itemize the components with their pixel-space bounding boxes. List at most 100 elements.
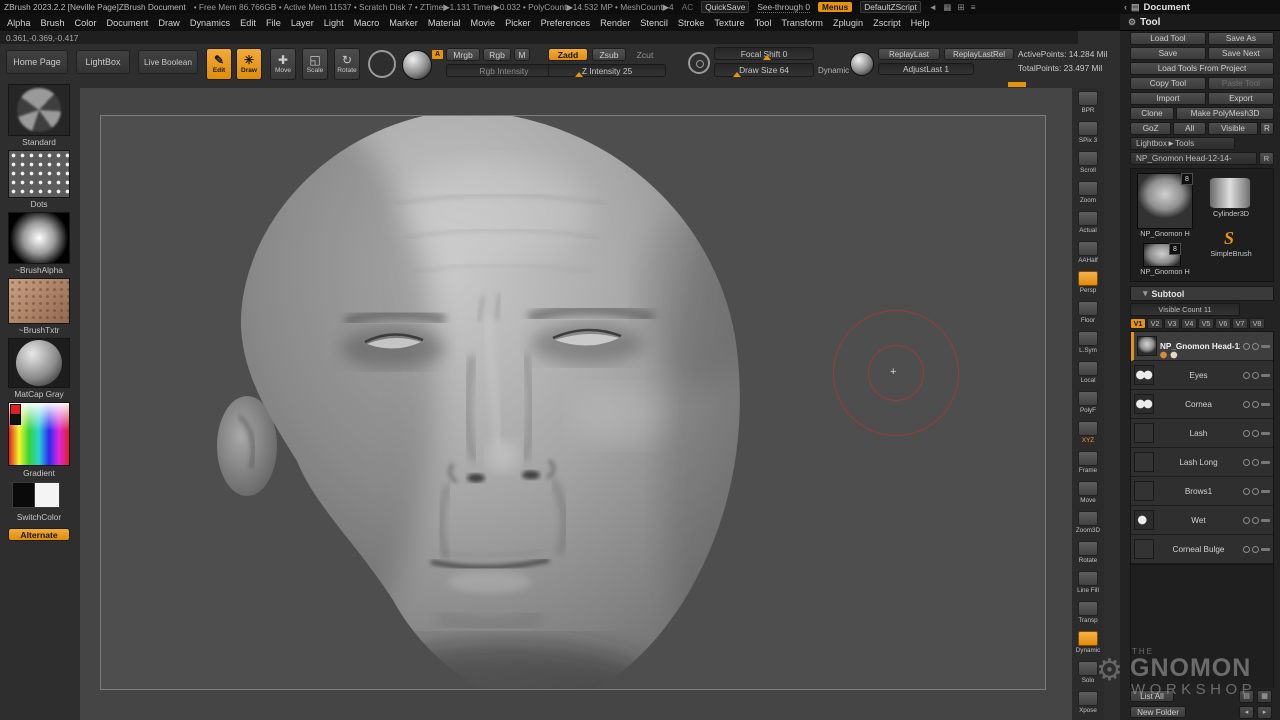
menu-item[interactable]: Render	[600, 18, 630, 28]
subtool-row-icons[interactable]	[1243, 488, 1270, 495]
menu-item[interactable]: Picker	[505, 18, 531, 28]
subtool-row[interactable]: Lash Long	[1131, 448, 1273, 477]
subtool-view-tab[interactable]: V3	[1164, 318, 1180, 329]
simplebrush-thumb[interactable]: S	[1217, 227, 1241, 249]
menu-item[interactable]: Alpha	[7, 18, 31, 28]
grid-view-icon[interactable]: ▦	[1257, 690, 1272, 703]
subtool-row-icons[interactable]	[1243, 372, 1270, 379]
subtool-thumb[interactable]	[1137, 336, 1157, 356]
see-through-slider[interactable]: See-through 0	[757, 2, 810, 13]
subtool-thumb[interactable]	[1134, 510, 1154, 530]
menu-item[interactable]: Edit	[240, 18, 256, 28]
stroke-preview-icon[interactable]	[368, 50, 396, 78]
menu-item[interactable]: Layer	[291, 18, 314, 28]
menu-item[interactable]: Light	[324, 18, 344, 28]
save-button[interactable]: Save	[1130, 47, 1206, 60]
menu-item[interactable]: Zscript	[873, 18, 901, 28]
cylinder3d-thumb[interactable]	[1209, 177, 1251, 209]
menu-item[interactable]: Zplugin	[833, 18, 863, 28]
subtool-view-tab[interactable]: V8	[1249, 318, 1265, 329]
replay-preview-icon[interactable]	[850, 52, 874, 76]
shelf-button[interactable]: Floor	[1073, 298, 1103, 328]
replay-last-button[interactable]: ReplayLast	[878, 48, 940, 60]
material-thumb[interactable]	[8, 338, 70, 388]
subtool-view-tab[interactable]: V4	[1181, 318, 1197, 329]
zadd-button[interactable]: Zadd	[548, 48, 588, 61]
titlebar-icon-cluster[interactable]: ◄ ▦ ⊞ ≡	[929, 2, 978, 12]
shelf-button[interactable]: BPR	[1073, 88, 1103, 118]
subtool-row[interactable]: Corneal Bulge	[1131, 535, 1273, 564]
draw-mode-button[interactable]: ✳ Draw	[236, 48, 262, 80]
tool-panel-header[interactable]: ⚙ Tool	[1120, 14, 1280, 31]
subtool-row-icons[interactable]	[1243, 430, 1270, 437]
visible-count-slider[interactable]: Visible Count 11	[1130, 303, 1240, 316]
scroll-left-icon[interactable]: ◂	[1239, 706, 1254, 719]
m-button[interactable]: M	[514, 48, 530, 61]
menu-item[interactable]: Preferences	[541, 18, 591, 28]
shelf-button[interactable]: L.Sym	[1073, 328, 1103, 358]
subtool-view-tab[interactable]: V1	[1130, 318, 1146, 329]
menus-toggle[interactable]: Menus	[818, 2, 852, 12]
save-next-button[interactable]: Save Next	[1208, 47, 1274, 60]
subtool-row[interactable]: Cornea	[1131, 390, 1273, 419]
shelf-button[interactable]: AAHalf	[1073, 238, 1103, 268]
export-button[interactable]: Export	[1208, 92, 1274, 105]
subtool-row[interactable]: NP_Gnomon Head-12-14-...	[1131, 332, 1273, 361]
scale-mode-button[interactable]: ◱ Scale	[302, 48, 328, 80]
menu-item[interactable]: Brush	[41, 18, 65, 28]
shelf-button[interactable]: Zoom3D	[1073, 508, 1103, 538]
shelf-button[interactable]: Persp	[1073, 268, 1103, 298]
tool-name-config-box[interactable]: R	[1259, 152, 1274, 165]
subtool-view-tab[interactable]: V5	[1198, 318, 1214, 329]
current-tool-thumb[interactable]: 8	[1137, 173, 1193, 229]
shelf-button[interactable]: Local	[1073, 358, 1103, 388]
import-button[interactable]: Import	[1130, 92, 1206, 105]
subtool-thumb[interactable]	[1134, 452, 1154, 472]
adjust-last-slider[interactable]: AdjustLast 1	[878, 63, 974, 75]
goz-button[interactable]: GoZ	[1130, 122, 1171, 135]
load-tools-from-project-button[interactable]: Load Tools From Project	[1130, 62, 1274, 75]
scroll-right-icon[interactable]: ▸	[1257, 706, 1272, 719]
secondary-color-swatch[interactable]	[10, 414, 21, 425]
subtool-row[interactable]: Brows1	[1131, 477, 1273, 506]
mrgb-button[interactable]: Mrgb	[446, 48, 480, 61]
subtool-row-icons[interactable]	[1243, 546, 1270, 553]
shelf-button[interactable]: Xpose	[1073, 688, 1103, 718]
rgb-intensity-slider[interactable]: Rgb Intensity	[446, 64, 562, 77]
recent-tool-thumb[interactable]: 8	[1143, 243, 1181, 267]
subtool-view-tab[interactable]: V2	[1147, 318, 1163, 329]
lightbox-button[interactable]: LightBox	[76, 50, 130, 74]
subtool-row-icons[interactable]	[1243, 401, 1270, 408]
shelf-button[interactable]: Transp	[1073, 598, 1103, 628]
subtool-view-tab[interactable]: V7	[1232, 318, 1248, 329]
subtool-view-tab[interactable]: V6	[1215, 318, 1231, 329]
list-view-icon[interactable]: ▤	[1239, 690, 1254, 703]
live-boolean-button[interactable]: Live Boolean	[138, 50, 198, 74]
shelf-button[interactable]: Solo	[1073, 658, 1103, 688]
shelf-button[interactable]: Frame	[1073, 448, 1103, 478]
focal-falloff-icon[interactable]	[688, 52, 710, 74]
mrgb-a-chip[interactable]: A	[432, 50, 443, 59]
collapse-chevron-icon[interactable]: ‹	[1124, 2, 1127, 12]
replay-lastrel-button[interactable]: ReplayLastRel	[944, 48, 1014, 60]
active-tool-name-bar[interactable]: NP_Gnomon Head-12-14-	[1130, 152, 1257, 165]
alpha-thumb[interactable]	[8, 212, 70, 264]
subtool-expander-icon[interactable]: ▾	[1143, 288, 1148, 299]
subtool-thumb[interactable]	[1134, 481, 1154, 501]
alternate-button[interactable]: Alternate	[8, 528, 70, 541]
z-intensity-slider[interactable]: Z Intensity 25	[548, 64, 666, 77]
stroke-thumb-dots[interactable]	[8, 150, 70, 198]
menu-item[interactable]: Macro	[354, 18, 380, 28]
rgb-button[interactable]: Rgb	[483, 48, 511, 61]
focal-shift-slider[interactable]: Focal Shift 0	[714, 47, 814, 60]
subtool-row-icons[interactable]	[1243, 459, 1270, 466]
subtool-row[interactable]: Eyes	[1131, 361, 1273, 390]
quicksave-button[interactable]: QuickSave	[701, 1, 749, 13]
rotate-mode-button[interactable]: ↻ Rotate	[334, 48, 360, 80]
subtool-thumb[interactable]	[1134, 539, 1154, 559]
shelf-button[interactable]: PolyF	[1073, 388, 1103, 418]
shelf-button[interactable]: Scroll	[1073, 148, 1103, 178]
menu-item[interactable]: Dynamics	[190, 18, 230, 28]
menu-item[interactable]: Movie	[471, 18, 496, 28]
menu-item[interactable]: Document	[106, 18, 148, 28]
